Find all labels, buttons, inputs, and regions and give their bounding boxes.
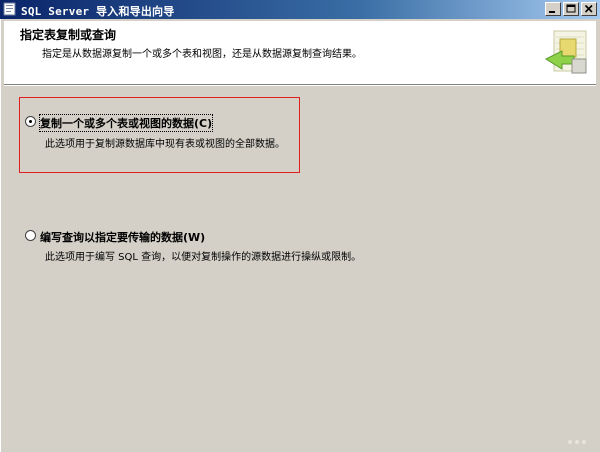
minimize-icon[interactable] <box>545 2 561 16</box>
copy-tables-description: 此选项用于复制源数据库中现有表或视图的全部数据。 <box>45 139 285 150</box>
copy-tables-radio[interactable] <box>25 116 36 127</box>
write-query-label[interactable]: 编写查询以指定要传输的数据(W) <box>40 229 205 245</box>
wizard-app-icon <box>3 2 17 16</box>
maximize-icon[interactable] <box>563 2 579 16</box>
write-query-description: 此选项用于编写 SQL 查询，以便对复制操作的源数据进行操纵或限制。 <box>45 252 362 263</box>
header-divider <box>4 84 596 86</box>
wizard-header: 指定表复制或查询 指定是从数据源复制一个或多个表和视图，还是从数据源复制查询结果… <box>4 21 596 84</box>
write-query-radio[interactable] <box>25 230 36 241</box>
page-title: 指定表复制或查询 <box>20 28 117 42</box>
wizard-banner-icon <box>544 29 590 79</box>
watermark-logo <box>566 436 592 448</box>
title-bar[interactable]: SQL Server 导入和导出向导 <box>0 0 600 19</box>
close-icon[interactable] <box>581 2 597 16</box>
window-title: SQL Server 导入和导出向导 <box>21 5 175 18</box>
page-subtitle: 指定是从数据源复制一个或多个表和视图，还是从数据源复制查询结果。 <box>42 49 362 60</box>
copy-tables-label[interactable]: 复制一个或多个表或视图的数据(C) <box>38 114 214 132</box>
window-controls <box>543 2 597 17</box>
